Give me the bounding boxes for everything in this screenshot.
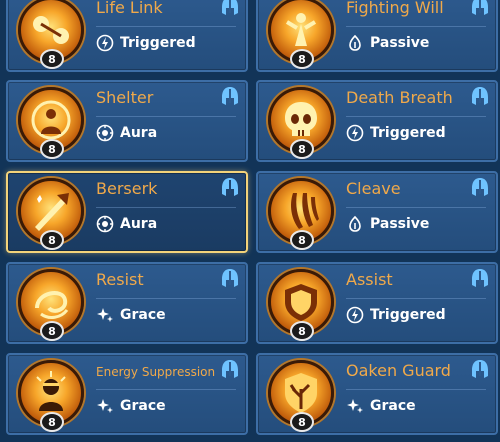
skill-icon-wrap: 8 bbox=[268, 0, 334, 69]
skill-type: Grace bbox=[346, 397, 416, 415]
skill-name: Berserk bbox=[96, 179, 158, 198]
skill-card-resist[interactable]: 8 Resist Grace bbox=[6, 262, 248, 344]
skill-card-fighting-will[interactable]: 8 Fighting Will Passive bbox=[256, 0, 498, 72]
skill-type: Grace bbox=[96, 306, 166, 324]
skill-type-label: Grace bbox=[120, 307, 166, 323]
skill-card-life-link[interactable]: 8 Life Link Triggered bbox=[6, 0, 248, 72]
skill-type-label: Aura bbox=[120, 125, 158, 141]
skill-type-label: Grace bbox=[370, 398, 416, 414]
skill-level-badge: 8 bbox=[40, 321, 64, 341]
skill-card-oaken-guard[interactable]: 8 Oaken Guard Grace bbox=[256, 353, 498, 435]
skill-type: Passive bbox=[346, 215, 429, 233]
skill-icon-wrap: 8 bbox=[268, 269, 334, 341]
skill-icon-wrap: 8 bbox=[268, 87, 334, 159]
skill-name: Oaken Guard bbox=[346, 361, 451, 380]
skill-card-death-breath[interactable]: 8 Death Breath Triggered bbox=[256, 80, 498, 162]
helmet-icon bbox=[222, 87, 238, 105]
passive-icon bbox=[349, 34, 361, 51]
skill-level-badge: 8 bbox=[40, 412, 64, 432]
skill-icon-wrap: 8 bbox=[268, 178, 334, 250]
skill-type: Triggered bbox=[346, 306, 446, 324]
skill-icon-wrap: 8 bbox=[18, 178, 84, 250]
skill-type-label: Aura bbox=[120, 216, 158, 232]
helmet-icon bbox=[222, 0, 238, 15]
helmet-icon bbox=[222, 269, 238, 287]
skill-icon-wrap: 8 bbox=[18, 269, 84, 341]
triggered-icon bbox=[96, 34, 114, 52]
skill-level-badge: 8 bbox=[290, 49, 314, 69]
skill-icon-wrap: 8 bbox=[18, 0, 84, 69]
helmet-icon bbox=[472, 178, 488, 196]
skill-name: Shelter bbox=[96, 88, 154, 107]
helmet-icon bbox=[222, 178, 238, 196]
skill-type: Grace bbox=[96, 397, 166, 415]
skill-name: Death Breath bbox=[346, 88, 453, 107]
helmet-icon bbox=[472, 360, 488, 378]
aura-icon bbox=[96, 124, 114, 142]
skill-level-badge: 8 bbox=[40, 230, 64, 250]
skill-card-assist[interactable]: 8 Assist Triggered bbox=[256, 262, 498, 344]
skill-type: Passive bbox=[346, 34, 429, 52]
divider bbox=[346, 389, 486, 390]
skill-level-badge: 8 bbox=[290, 321, 314, 341]
skill-level-badge: 8 bbox=[40, 139, 64, 159]
skill-type: Triggered bbox=[346, 124, 446, 142]
grace-icon bbox=[97, 308, 113, 322]
skill-type-label: Grace bbox=[120, 398, 166, 414]
skill-type-label: Passive bbox=[370, 35, 430, 51]
skill-name: Energy Suppression bbox=[96, 365, 216, 379]
skill-icon-wrap: 8 bbox=[268, 360, 334, 432]
helmet-icon bbox=[472, 0, 488, 15]
skill-name: Fighting Will bbox=[346, 0, 444, 17]
divider bbox=[96, 207, 236, 208]
divider bbox=[96, 116, 236, 117]
skill-name: Assist bbox=[346, 270, 393, 289]
skill-card-cleave[interactable]: 8 Cleave Passive bbox=[256, 171, 498, 253]
grace-icon bbox=[97, 399, 113, 413]
skill-icon-wrap: 8 bbox=[18, 87, 84, 159]
skill-type: Aura bbox=[96, 215, 157, 233]
divider bbox=[346, 298, 486, 299]
skill-type: Triggered bbox=[96, 34, 196, 52]
skill-type-label: Triggered bbox=[370, 125, 446, 141]
helmet-icon bbox=[472, 269, 488, 287]
skill-level-badge: 8 bbox=[290, 139, 314, 159]
divider bbox=[346, 116, 486, 117]
skill-card-energy-suppression[interactable]: 8 Energy Suppression Grace bbox=[6, 353, 248, 435]
skill-card-berserk[interactable]: 8 Berserk Aura bbox=[6, 171, 248, 253]
skill-level-badge: 8 bbox=[40, 49, 64, 69]
skill-level-badge: 8 bbox=[290, 230, 314, 250]
skill-type-label: Triggered bbox=[120, 35, 196, 51]
triggered-icon bbox=[346, 306, 364, 324]
grace-icon bbox=[347, 399, 363, 413]
skill-level-badge: 8 bbox=[290, 412, 314, 432]
skill-card-shelter[interactable]: 8 Shelter Aura bbox=[6, 80, 248, 162]
skill-name: Cleave bbox=[346, 179, 401, 198]
divider bbox=[346, 26, 486, 27]
triggered-icon bbox=[346, 124, 364, 142]
skill-grid: 8 Life Link Triggered 8 Fighting Will Pa… bbox=[0, 0, 500, 442]
skill-type-label: Triggered bbox=[370, 307, 446, 323]
helmet-icon bbox=[472, 87, 488, 105]
passive-icon bbox=[349, 215, 361, 232]
aura-icon bbox=[96, 215, 114, 233]
divider bbox=[96, 389, 236, 390]
skill-type: Aura bbox=[96, 124, 157, 142]
divider bbox=[96, 26, 236, 27]
skill-name: Life Link bbox=[96, 0, 163, 17]
skill-icon-wrap: 8 bbox=[18, 360, 84, 432]
skill-type-label: Passive bbox=[370, 216, 430, 232]
helmet-icon bbox=[222, 360, 238, 378]
divider bbox=[96, 298, 236, 299]
divider bbox=[346, 207, 486, 208]
skill-name: Resist bbox=[96, 270, 144, 289]
